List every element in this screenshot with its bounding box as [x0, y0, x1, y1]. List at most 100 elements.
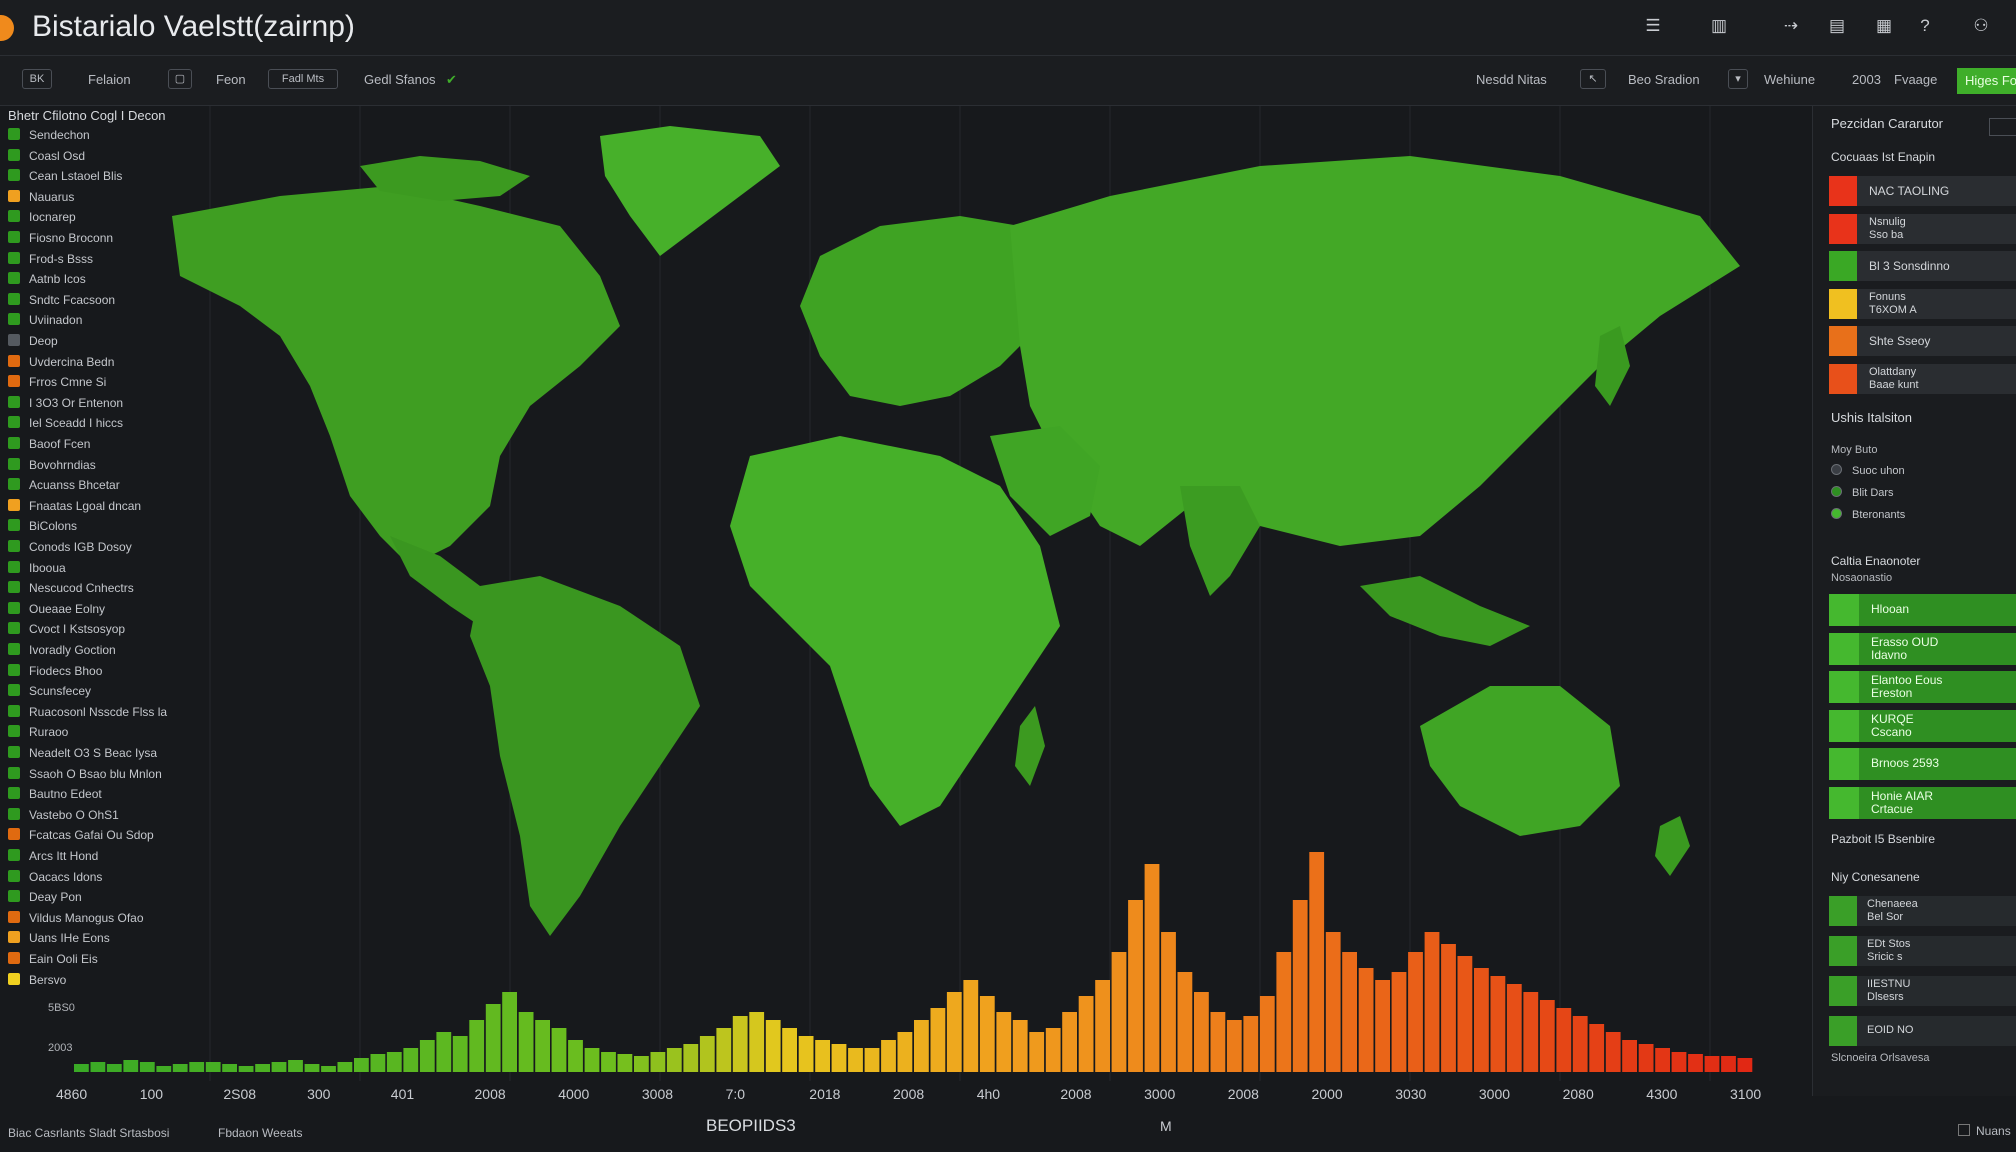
- toolbar-item[interactable]: Wehiune: [1764, 72, 1815, 87]
- list-item[interactable]: Nescucod Cnhectrs: [8, 581, 134, 599]
- toolbar-select[interactable]: Fadl Mts: [268, 69, 338, 89]
- list-item-swatch-icon: [8, 519, 20, 532]
- list-item[interactable]: Fnaatas Lgoal dncan: [8, 498, 141, 517]
- category-row[interactable]: Erasso OUD Idavno: [1829, 632, 2016, 665]
- list-item-label: Nescucod Cnhectrs: [29, 581, 134, 596]
- list-item-swatch-icon: [8, 869, 20, 882]
- category-row[interactable]: Brnoos 2593: [1829, 748, 2016, 780]
- list-item[interactable]: Cvoct I Kstsosyop: [8, 622, 125, 640]
- list-item[interactable]: Bovohrndias: [8, 457, 96, 476]
- toolbar-item[interactable]: Felaion: [88, 72, 131, 87]
- list-item-swatch-icon: [8, 313, 20, 326]
- layout-icon[interactable]: ▤: [1824, 16, 1850, 36]
- list-item[interactable]: Iel Sceadd I hiccs: [8, 416, 123, 434]
- category-row[interactable]: Honie AIAR Crtacue: [1829, 786, 2016, 819]
- category-row[interactable]: Hlooan: [1829, 594, 2016, 626]
- result-row[interactable]: EOID NO: [1829, 1016, 2016, 1046]
- list-item[interactable]: Uviinadon: [8, 313, 82, 331]
- list-item[interactable]: Vastebo O OhS1: [8, 807, 119, 826]
- legend-row[interactable]: Bl 3 Sonsdinno: [1829, 251, 2016, 281]
- result-row[interactable]: EDt Stos Sricic s: [1829, 936, 2016, 966]
- toolbar-badge[interactable]: BK: [22, 69, 52, 89]
- checkbox-icon[interactable]: [1958, 1124, 1970, 1136]
- status-item[interactable]: Suoc uhon: [1831, 464, 1905, 477]
- check-icon[interactable]: ✔: [446, 72, 457, 88]
- list-item[interactable]: Ssaoh O Bsao blu Mnlon: [8, 766, 162, 785]
- list-item[interactable]: I 3O3 Or Entenon: [8, 395, 123, 414]
- list-item[interactable]: Fiosno Broconn: [8, 231, 113, 249]
- result-row[interactable]: Chenaeea Bel Sor: [1829, 896, 2016, 926]
- list-item[interactable]: Conods IGB Dosoy: [8, 540, 132, 558]
- list-item[interactable]: Oueaae Eolny: [8, 601, 105, 620]
- box-icon[interactable]: ▢: [168, 69, 192, 89]
- toolbar-item[interactable]: Gedl Sfanos: [364, 72, 436, 87]
- list-item[interactable]: Ivoradly Goction: [8, 643, 116, 661]
- library-icon[interactable]: ▥: [1706, 16, 1732, 36]
- status-item[interactable]: Bteronants: [1831, 508, 1905, 521]
- list-item[interactable]: Scunsfecey: [8, 684, 91, 702]
- list-item[interactable]: Deay Pon: [8, 890, 82, 908]
- section-heading: Pazboit I5 Bsenbire: [1831, 832, 1936, 846]
- status-mid: Fbdaon Weeats: [218, 1126, 303, 1140]
- list-item[interactable]: Fiodecs Bhoo: [8, 663, 102, 682]
- list-item[interactable]: Sendechon: [8, 128, 90, 146]
- list-item[interactable]: Frod-s Bsss: [8, 251, 93, 270]
- toolbar-item[interactable]: Feon: [216, 72, 246, 87]
- list-item[interactable]: Deop: [8, 334, 58, 352]
- list-item[interactable]: Neadelt O3 S Beac Iysa: [8, 746, 157, 764]
- list-item[interactable]: Acuanss Bhcetar: [8, 478, 120, 496]
- list-item[interactable]: Nauarus: [8, 189, 74, 208]
- list-item-swatch-icon: [8, 725, 20, 738]
- menu-icon[interactable]: ☰: [1640, 16, 1666, 36]
- category-row[interactable]: Elantoo Eous Ereston: [1829, 671, 2016, 703]
- list-item[interactable]: Ruacosonl Nsscde Flss la: [8, 704, 167, 723]
- list-item[interactable]: Coasl Osd: [8, 148, 85, 167]
- category-row[interactable]: KURQE Cscano: [1829, 709, 2016, 742]
- list-item[interactable]: Sndtc Fcacsoon: [8, 292, 115, 311]
- legend-row[interactable]: NAC TAOLING: [1829, 176, 2016, 206]
- histogram-bar: [1210, 1012, 1226, 1072]
- histogram-bar: [1688, 1054, 1703, 1072]
- toolbar-item[interactable]: 2003: [1852, 72, 1881, 87]
- list-item[interactable]: Ruraoo: [8, 725, 68, 743]
- list-item[interactable]: Bersvo: [8, 972, 66, 991]
- list-item-swatch-icon: [8, 189, 20, 202]
- toolbar-item[interactable]: Beo Sradion: [1628, 72, 1700, 87]
- list-item[interactable]: Aatnb Icos: [8, 272, 86, 290]
- histogram-bar: [370, 1054, 386, 1072]
- histogram-bar: [321, 1066, 336, 1072]
- list-item[interactable]: BiColons: [8, 519, 77, 537]
- arrow-icon[interactable]: ↖: [1580, 69, 1606, 89]
- panel-dropdown[interactable]: [1989, 118, 2016, 136]
- list-item[interactable]: Uvdercina Bedn: [8, 354, 114, 373]
- legend-row[interactable]: Fonuns T6XOM A: [1829, 288, 2016, 319]
- histogram-bar: [452, 1036, 468, 1072]
- x-axis-tick-label: 2008: [893, 1086, 925, 1102]
- histogram-bar: [403, 1048, 419, 1072]
- go-button[interactable]: Higes Fo: [1957, 68, 2016, 94]
- list-item[interactable]: Ibooua: [8, 560, 66, 579]
- histogram-bar: [1589, 1024, 1605, 1072]
- grid-icon[interactable]: ▦: [1871, 16, 1897, 36]
- legend-row-label: Nsnulig Sso ba: [1869, 215, 1906, 241]
- legend-row[interactable]: Shte Sseoy: [1829, 326, 2016, 356]
- dropdown-icon[interactable]: ▾: [1728, 69, 1748, 89]
- list-item-swatch-icon: [8, 375, 20, 388]
- toolbar-item[interactable]: Fvaage: [1894, 72, 1937, 87]
- toolbar-item[interactable]: Nesdd Nitas: [1476, 72, 1547, 87]
- x-axis-marker: M: [1160, 1118, 1172, 1134]
- histogram-bar: [1325, 932, 1341, 1072]
- status-item[interactable]: Blit Dars: [1831, 486, 1894, 499]
- list-item[interactable]: Iocnarep: [8, 210, 76, 228]
- help-icon[interactable]: ?: [1912, 16, 1938, 36]
- result-row[interactable]: IIESTNU Dlsesrs: [1829, 976, 2016, 1006]
- legend-row[interactable]: Nsnulig Sso ba: [1829, 213, 2016, 244]
- cursor-icon[interactable]: ⇢: [1778, 16, 1804, 36]
- list-item[interactable]: Baoof Fcen: [8, 437, 90, 455]
- list-item[interactable]: Frros Cmne Si: [8, 375, 106, 393]
- category-row-label: KURQE Cscano: [1871, 711, 1914, 739]
- list-item[interactable]: Cean Lstaoel Blis: [8, 169, 122, 187]
- legend-row[interactable]: Olattdany Baae kunt: [1829, 363, 2016, 394]
- list-item[interactable]: Bautno Edeot: [8, 787, 102, 805]
- user-icon[interactable]: ⚇: [1968, 16, 1994, 36]
